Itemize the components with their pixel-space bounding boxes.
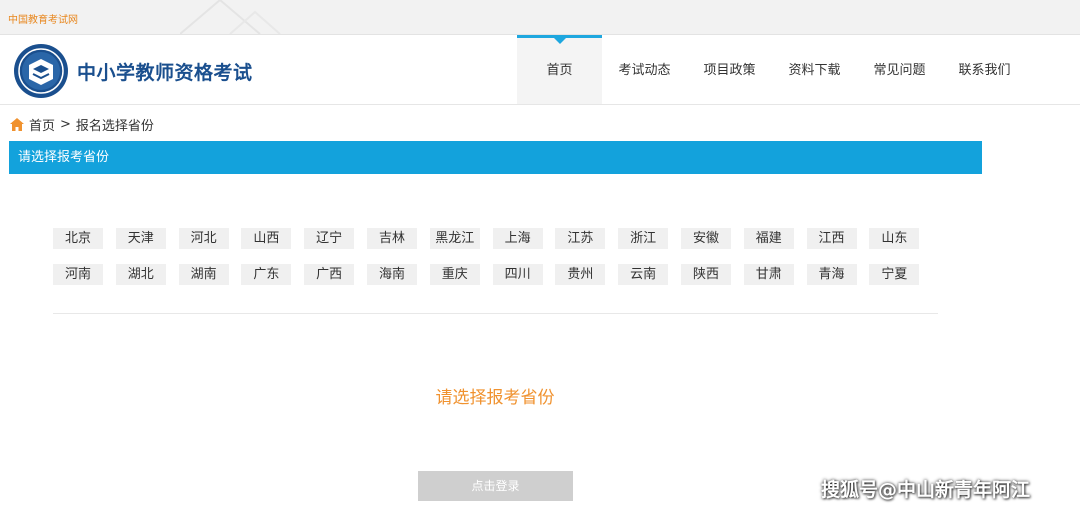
- province-button[interactable]: 黑龙江: [429, 228, 480, 249]
- nav-item-faq[interactable]: 常见问题: [857, 35, 942, 104]
- logo-icon: [14, 44, 68, 98]
- province-button[interactable]: 云南: [618, 264, 669, 285]
- breadcrumb-current: 报名选择省份: [75, 119, 154, 134]
- province-button[interactable]: 山西: [241, 228, 292, 249]
- province-button[interactable]: 吉林: [366, 228, 417, 249]
- province-button[interactable]: 辽宁: [304, 228, 355, 249]
- province-button[interactable]: 天津: [115, 228, 166, 249]
- province-button[interactable]: 江苏: [555, 228, 606, 249]
- province-button[interactable]: 湖南: [178, 264, 229, 285]
- province-button[interactable]: 甘肃: [743, 264, 794, 285]
- province-button[interactable]: 山东: [869, 228, 920, 249]
- province-button[interactable]: 广东: [241, 264, 292, 285]
- breadcrumb: 首页 > 报名选择省份: [10, 115, 154, 134]
- province-button[interactable]: 浙江: [618, 228, 669, 249]
- province-button[interactable]: 陕西: [680, 264, 731, 285]
- province-row-2: 河南 湖北 湖南 广东 广西 海南 重庆 四川 贵州 云南 陕西 甘肃 青海 宁…: [53, 264, 933, 285]
- divider: [53, 313, 938, 314]
- province-list: 北京 天津 河北 山西 辽宁 吉林 黑龙江 上海 江苏 浙江 安徽 福建 江西 …: [53, 228, 933, 300]
- decorative-lines: [180, 0, 281, 34]
- province-button[interactable]: 江西: [806, 228, 857, 249]
- nav-item-exam-news[interactable]: 考试动态: [602, 35, 687, 104]
- breadcrumb-separator: >: [60, 117, 71, 132]
- province-button[interactable]: 上海: [492, 228, 543, 249]
- province-button[interactable]: 四川: [492, 264, 543, 285]
- brand-title: 中小学教师资格考试: [77, 62, 253, 84]
- province-button[interactable]: 贵州: [555, 264, 606, 285]
- top-bar: 中国教育考试网: [0, 0, 1080, 35]
- main-nav: 首页 考试动态 项目政策 资料下载 常见问题 联系我们: [517, 35, 1027, 104]
- province-row-1: 北京 天津 河北 山西 辽宁 吉林 黑龙江 上海 江苏 浙江 安徽 福建 江西 …: [53, 228, 933, 249]
- province-button[interactable]: 福建: [743, 228, 794, 249]
- nav-item-policy[interactable]: 项目政策: [687, 35, 772, 104]
- select-province-prompt: 请选择报考省份: [435, 388, 555, 408]
- site-link[interactable]: 中国教育考试网: [8, 11, 78, 26]
- nav-item-contact[interactable]: 联系我们: [942, 35, 1027, 104]
- province-button[interactable]: 重庆: [429, 264, 480, 285]
- province-button[interactable]: 安徽: [680, 228, 731, 249]
- province-button[interactable]: 湖北: [115, 264, 166, 285]
- province-button[interactable]: 广西: [304, 264, 355, 285]
- nav-item-downloads[interactable]: 资料下载: [772, 35, 857, 104]
- header: 中小学教师资格考试 首页 考试动态 项目政策 资料下载 常见问题 联系我们: [0, 35, 1080, 105]
- province-button[interactable]: 河北: [178, 228, 229, 249]
- watermark: 搜狐号@中山新青年阿江: [821, 479, 1031, 501]
- breadcrumb-home[interactable]: 首页: [29, 115, 55, 134]
- home-icon: [10, 118, 24, 131]
- nav-item-home[interactable]: 首页: [517, 35, 602, 104]
- province-button[interactable]: 北京: [53, 228, 103, 249]
- province-button[interactable]: 河南: [53, 264, 103, 285]
- province-button[interactable]: 青海: [806, 264, 857, 285]
- login-button[interactable]: 点击登录: [418, 471, 573, 501]
- province-button[interactable]: 海南: [366, 264, 417, 285]
- province-button[interactable]: 宁夏: [869, 264, 920, 285]
- section-title-bar: 请选择报考省份: [9, 141, 982, 174]
